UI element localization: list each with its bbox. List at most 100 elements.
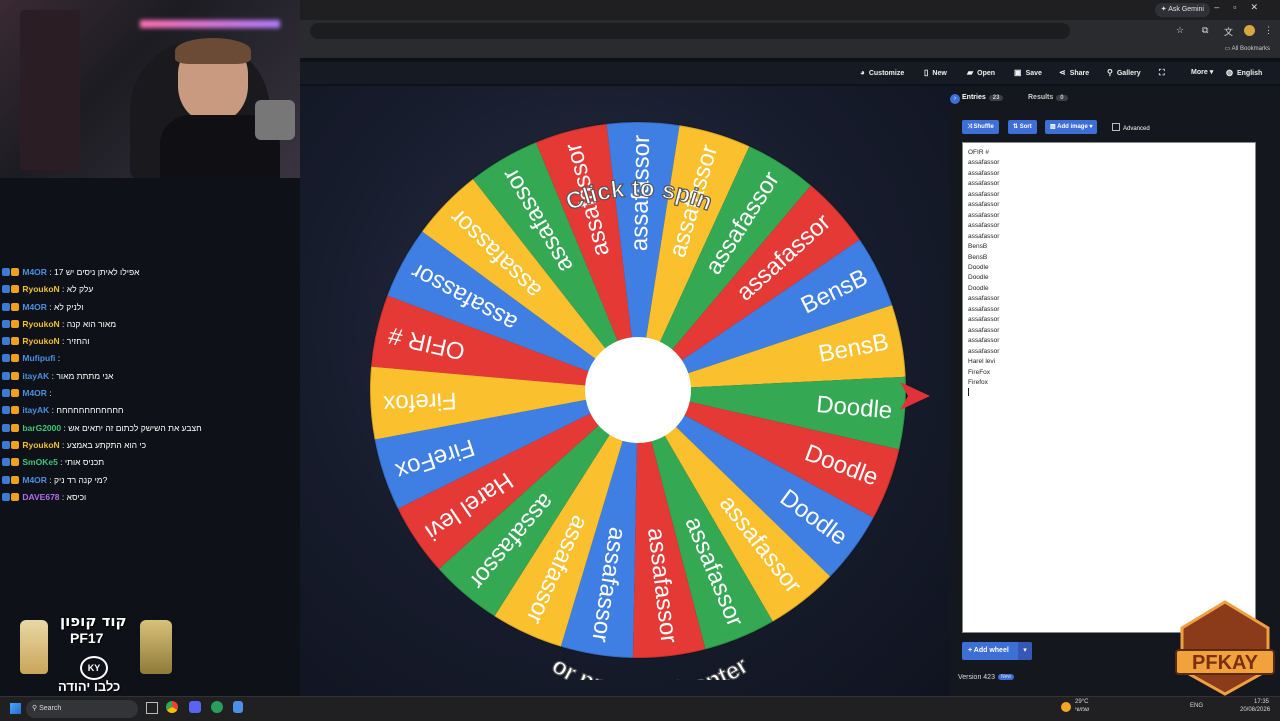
weather-temp[interactable]: 29°C [1075, 699, 1088, 705]
entry-line[interactable]: Firefox [963, 378, 1255, 388]
chat-username[interactable]: M4OR [20, 302, 47, 312]
add-wheel-dropdown[interactable]: ▾ [1018, 642, 1032, 660]
entry-line[interactable]: assafassor [963, 232, 1255, 242]
entry-line[interactable]: Harel levi [963, 357, 1255, 367]
fullscreen-button[interactable]: ⛶ [1159, 62, 1169, 84]
chat-username[interactable]: itayAK [20, 405, 49, 415]
chrome-taskbar-icon[interactable] [166, 701, 178, 713]
wheel-center-hub[interactable] [585, 337, 691, 443]
entry-line[interactable]: assafassor [963, 169, 1255, 179]
chat-username[interactable]: itayAK [20, 371, 49, 381]
entry-line[interactable]: assafassor [963, 200, 1255, 210]
wheel-segment-label: Firefox [383, 387, 458, 418]
entries-list: OFIR # assafassor assafassor assafassor assa… [963, 143, 1255, 388]
maximize-icon[interactable]: ▫ [1233, 2, 1250, 12]
palette-icon: ◕ [860, 68, 865, 77]
chat-username[interactable]: barG2000 [20, 423, 61, 433]
entry-line[interactable]: Doodle [963, 284, 1255, 294]
chat-username[interactable]: Mufipufi [20, 353, 55, 363]
chat-username[interactable]: RyoukoN [20, 319, 59, 329]
sub-badge-icon [2, 440, 10, 449]
entry-line[interactable]: assafassor [963, 190, 1255, 200]
chat-username[interactable]: RyoukoN [20, 336, 59, 346]
entry-line[interactable]: BensB [963, 242, 1255, 252]
entry-line[interactable]: assafassor [963, 347, 1255, 357]
app-taskbar-icon[interactable] [211, 701, 223, 713]
search-icon: ⚲ [1107, 68, 1113, 77]
discord-taskbar-icon[interactable] [189, 701, 201, 713]
kebab-menu-icon[interactable]: ⋮ [1264, 25, 1273, 36]
streamer-hair [175, 38, 251, 64]
entry-line[interactable]: assafassor [963, 326, 1255, 336]
save-button[interactable]: ▣ Save [1014, 62, 1042, 84]
taskbar-search[interactable]: ⚲ Search [26, 700, 138, 718]
shuffle-button[interactable]: ⤨ Shuffle [962, 120, 999, 134]
chat-username[interactable]: RyoukoN [20, 284, 59, 294]
windows-start-icon[interactable] [10, 703, 21, 714]
extensions-icon[interactable]: ⧉ [1202, 25, 1208, 36]
ask-gemini-button[interactable]: ✦ Ask Gemini [1154, 3, 1210, 17]
star-icon[interactable]: ☆ [1176, 25, 1184, 36]
checkbox-box[interactable] [1112, 123, 1120, 131]
chat-username[interactable]: M4OR [20, 267, 47, 277]
entry-line[interactable]: assafassor [963, 315, 1255, 325]
entries-count-badge: 23 [988, 95, 1004, 101]
entry-line[interactable]: FireFox [963, 368, 1255, 378]
advanced-checkbox[interactable]: Advanced [1112, 123, 1150, 132]
entry-line[interactable]: Doodle [963, 273, 1255, 283]
chat-username[interactable]: RyoukoN [20, 440, 59, 450]
tier-badge-icon [11, 268, 19, 276]
chat-username[interactable]: SmOKe5 [20, 457, 57, 467]
tier-badge-icon [11, 371, 19, 380]
gallery-button[interactable]: ⚲ Gallery [1107, 62, 1141, 84]
chat-username[interactable]: M4OR [20, 388, 47, 398]
pfkay-logo-text: PFKAY [1192, 652, 1259, 674]
customize-button[interactable]: ◕ Customize [860, 62, 904, 84]
entry-line[interactable]: assafassor [963, 221, 1255, 231]
entry-line[interactable]: assafassor [963, 179, 1255, 189]
chevron-down-icon: ▾ [1023, 647, 1027, 654]
minimize-icon[interactable]: – [1214, 2, 1233, 12]
sort-button[interactable]: ⇅ Sort [1008, 120, 1037, 134]
spin-wheel[interactable]: OFIR #assafassorassafassorassafassorassa… [370, 120, 930, 680]
share-button[interactable]: ⋖ Share [1059, 62, 1089, 84]
sub-badge-icon [2, 458, 10, 467]
open-button[interactable]: ▰ Open [967, 62, 995, 84]
address-bar[interactable] [310, 23, 1070, 39]
obs-taskbar-icon[interactable] [233, 701, 243, 713]
chat-username[interactable]: DAVE678 [20, 492, 59, 502]
tier-badge-icon [11, 475, 19, 484]
tier-badge-icon [11, 458, 19, 467]
entry-line[interactable]: assafassor [963, 336, 1255, 346]
window-controls[interactable]: –▫✕ [1214, 2, 1272, 13]
add-image-button[interactable]: ▨ Add image ▾ [1045, 120, 1098, 134]
clock-date[interactable]: 20/08/2026 [1240, 707, 1270, 713]
gallery-label: Gallery [1116, 70, 1141, 77]
text-caret [968, 388, 969, 397]
entry-line[interactable]: BensB [963, 253, 1255, 263]
sub-badge-icon [2, 337, 10, 346]
entry-line[interactable]: assafassor [963, 211, 1255, 221]
entries-textarea[interactable]: OFIR # assafassor assafassor assafassor assa… [962, 142, 1256, 633]
chat-username[interactable]: M4OR [20, 475, 47, 485]
collapse-panel-icon[interactable]: › [950, 94, 960, 104]
entry-line[interactable]: Doodle [963, 263, 1255, 273]
room-door [20, 10, 80, 170]
chat-separator: : [59, 491, 67, 502]
language-indicator[interactable]: ENG [1190, 703, 1203, 709]
close-icon[interactable]: ✕ [1250, 2, 1272, 12]
translate-icon[interactable]: 文 [1224, 25, 1233, 38]
profile-avatar[interactable] [1244, 25, 1255, 36]
new-button[interactable]: ▯ New [924, 62, 947, 84]
entry-line[interactable]: assafassor [963, 158, 1255, 168]
all-bookmarks-link[interactable]: ▭ All Bookmarks [1225, 45, 1270, 52]
entry-line[interactable]: assafassor [963, 305, 1255, 315]
task-view-icon[interactable] [146, 702, 158, 714]
entry-line[interactable]: assafassor [963, 294, 1255, 304]
tab-entries[interactable]: Entries 23 [962, 94, 1004, 101]
more-menu[interactable]: More ▾ [1191, 62, 1213, 84]
entry-line[interactable]: OFIR # [963, 148, 1255, 158]
clock-time[interactable]: 17:35 [1254, 699, 1269, 705]
tab-results[interactable]: Results 0 [1028, 94, 1068, 101]
language-selector[interactable]: ◍ English [1226, 62, 1262, 84]
